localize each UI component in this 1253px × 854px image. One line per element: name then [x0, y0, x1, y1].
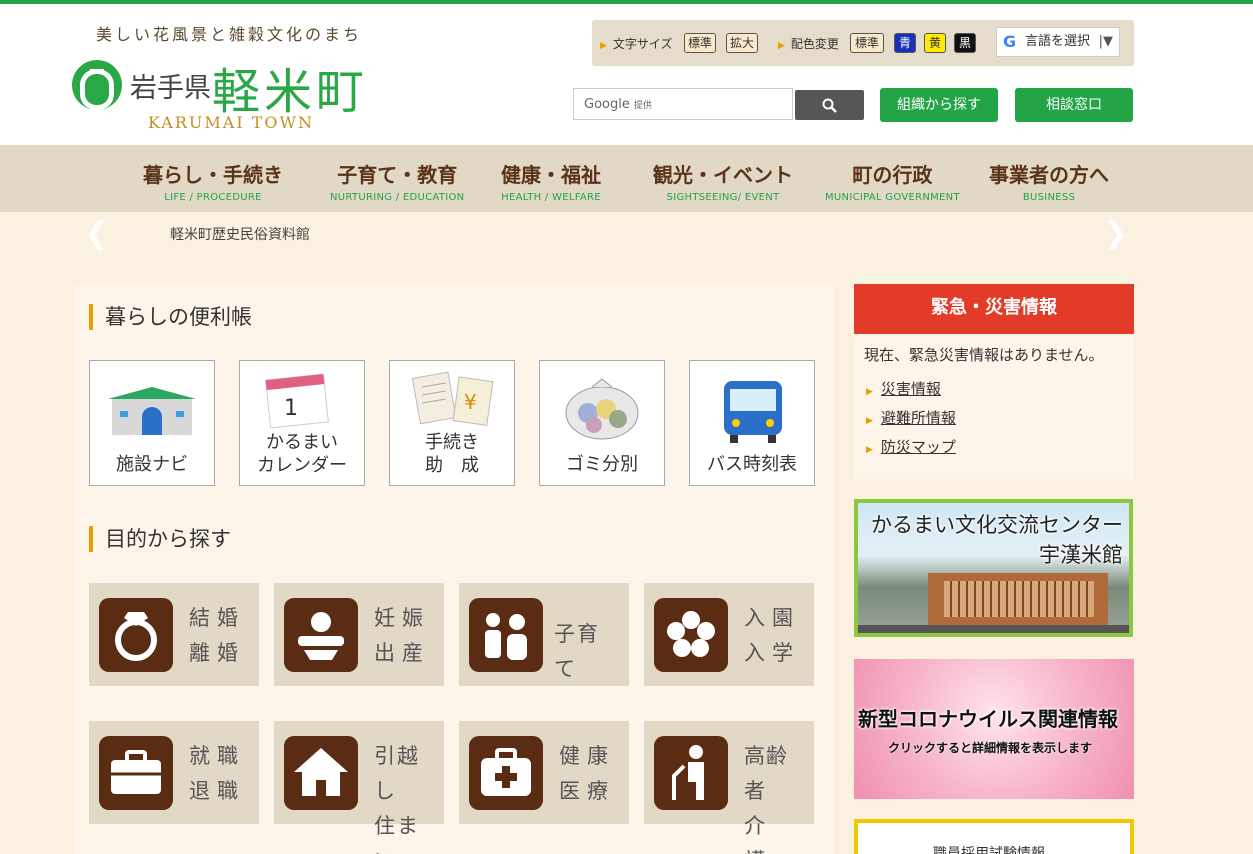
dropdown-arrow-icon: |▼ — [1098, 34, 1113, 49]
purpose-health-medical[interactable]: 健康 医療 — [459, 721, 629, 824]
purpose-pregnancy[interactable]: 妊娠 出産 — [274, 583, 444, 686]
covid-subtitle: クリックすると詳細情報を表示します — [888, 741, 1093, 755]
town-emblem-icon — [72, 60, 122, 110]
text-size-large-button[interactable]: 拡大 — [726, 33, 758, 53]
text-size-standard-button[interactable]: 標準 — [684, 33, 716, 53]
tile-label-2: 助 成 — [425, 455, 479, 476]
documents-yen-icon: ¥ — [411, 371, 494, 426]
house-icon — [284, 736, 358, 810]
emergency-message: 現在、緊急災害情報はありません。 — [864, 346, 1104, 364]
google-g-icon: G — [1003, 32, 1017, 51]
briefcase-icon — [99, 736, 173, 810]
color-standard-button[interactable]: 標準 — [850, 33, 884, 53]
svg-text:¥: ¥ — [464, 390, 477, 414]
language-select-label: 言語を選択 — [1025, 34, 1091, 49]
facility-building-icon — [108, 387, 196, 435]
logo-english-name: KARUMAI TOWN — [148, 113, 314, 132]
purpose-employment[interactable]: 就職 退職 — [89, 721, 259, 824]
global-nav: 暮らし・手続き LIFE / PROCEDURE 子育て・教育 NURTURING … — [0, 145, 1253, 212]
site-header: 美しい花風景と雑穀文化のまち 岩手県 軽米町 KARUMAI TOWN 文字サイ… — [0, 4, 1253, 145]
nav-item-government[interactable]: 町の行政 MUNICIPAL GOVERNMENT — [825, 159, 960, 203]
convenience-title: 暮らしの便利帳 — [89, 304, 252, 330]
tile-label-1: 手続き — [425, 432, 479, 453]
purpose-label: 引越し住まい — [374, 744, 420, 854]
recruitment-title: 職員採用試験情報 — [933, 846, 1045, 854]
purpose-school-entry[interactable]: 入園 入学 — [644, 583, 814, 686]
logo-town-name: 軽米町 — [212, 64, 369, 120]
purpose-title: 目的から探す — [89, 526, 231, 552]
tile-label: バス時刻表 — [707, 454, 797, 475]
color-black-button[interactable]: 黒 — [954, 33, 976, 53]
banner-title-1: かるまい文化交流センター — [871, 513, 1123, 537]
prev-arrow-icon[interactable]: ❮ — [84, 216, 109, 251]
search-icon — [822, 98, 837, 113]
recruitment-banner[interactable]: 職員採用試験情報 — [854, 819, 1134, 854]
tile-procedures-subsidy[interactable]: ¥ 手続き 助 成 — [389, 360, 515, 486]
site-logo[interactable]: 岩手県 軽米町 KARUMAI TOWN — [72, 56, 382, 136]
disaster-map-link[interactable]: 防災マップ — [866, 436, 956, 457]
consult-button[interactable]: 相談窓口 — [1015, 88, 1133, 122]
emergency-panel: 緊急・災害情報 現在、緊急災害情報はありません。 災害情報 避難所情報 防災マッ… — [854, 284, 1134, 479]
cultural-center-banner[interactable]: かるまい文化交流センター 宇漢米館 — [854, 499, 1133, 637]
purpose-marriage[interactable]: 結婚 離婚 — [89, 583, 259, 686]
parent-child-icon — [469, 598, 543, 672]
tile-bus-timetable[interactable]: バス時刻表 — [689, 360, 815, 486]
purpose-elderly-care[interactable]: 高齢者介 護 — [644, 721, 814, 854]
tile-garbage-sorting[interactable]: ゴミ分別 — [539, 360, 665, 486]
color-change-label: 配色変更 — [778, 35, 839, 52]
bus-icon — [724, 381, 782, 443]
site-tagline: 美しい花風景と雑穀文化のまち — [96, 25, 363, 44]
main-content: 暮らしの便利帳 施設ナビ 1 かるまい カレンダー ¥ 手続き 助 成 ゴミ分別… — [74, 284, 834, 854]
language-select[interactable]: G 言語を選択 |▼ — [996, 27, 1120, 57]
emergency-title: 緊急・災害情報 — [854, 284, 1134, 334]
nav-item-business[interactable]: 事業者の方へ BUSINESS — [989, 159, 1109, 203]
next-arrow-icon[interactable]: ❯ — [1103, 216, 1128, 251]
news-ticker: ❮ 軽米町歴史民俗資料館 ❯ — [0, 212, 1253, 258]
nav-item-nurturing[interactable]: 子育て・教育 NURTURING / EDUCATION — [330, 159, 464, 203]
banner-title-2: 宇漢米館 — [1039, 543, 1123, 567]
garbage-bag-icon — [565, 378, 639, 440]
tile-calendar[interactable]: 1 かるまい カレンダー — [239, 360, 365, 486]
nav-item-sightseeing[interactable]: 観光・イベント SIGHTSEEING/ EVENT — [653, 159, 793, 203]
purpose-label: 就職 退職 — [189, 744, 245, 803]
ring-icon — [99, 598, 173, 672]
accessibility-toolbar: 文字サイズ 標準 拡大 配色変更 標準 青 黄 黒 G 言語を選択 |▼ — [592, 20, 1134, 66]
news-item-link[interactable]: 軽米町歴史民俗資料館 — [170, 224, 310, 244]
purpose-label: 健康 医療 — [559, 744, 615, 803]
baby-icon — [284, 598, 358, 672]
purpose-childcare[interactable]: 子育て — [459, 583, 629, 686]
nav-item-health[interactable]: 健康・福祉 HEALTH / WELFARE — [501, 159, 601, 203]
nav-item-life[interactable]: 暮らし・手続き LIFE / PROCEDURE — [143, 159, 283, 203]
search-button[interactable] — [795, 90, 864, 120]
search-input[interactable]: Google 提供 — [573, 88, 793, 120]
cherry-blossom-icon — [654, 598, 728, 672]
elderly-icon — [654, 736, 728, 810]
purpose-label: 妊娠 出産 — [374, 606, 430, 665]
first-aid-icon — [469, 736, 543, 810]
purpose-label: 結婚 離婚 — [189, 606, 245, 665]
calendar-icon: 1 — [265, 373, 329, 429]
tile-label-2: カレンダー — [257, 455, 347, 476]
purpose-label: 子育て — [554, 622, 600, 681]
color-yellow-button[interactable]: 黄 — [924, 33, 946, 53]
road-photo — [858, 625, 1129, 633]
tile-label: ゴミ分別 — [566, 454, 638, 475]
org-search-button[interactable]: 組織から探す — [880, 88, 998, 122]
tile-label: 施設ナビ — [116, 454, 188, 475]
purpose-label: 入園 入学 — [744, 606, 800, 665]
purpose-moving-housing[interactable]: 引越し住まい — [274, 721, 444, 854]
covid-title: 新型コロナウイルス関連情報 — [858, 707, 1118, 731]
color-blue-button[interactable]: 青 — [894, 33, 916, 53]
tile-facility-navi[interactable]: 施設ナビ — [89, 360, 215, 486]
purpose-label: 高齢者介 護 — [744, 744, 788, 854]
disaster-info-link[interactable]: 災害情報 — [866, 378, 941, 399]
covid-info-banner[interactable]: 新型コロナウイルス関連情報 クリックすると詳細情報を表示します — [854, 659, 1134, 799]
tile-label-1: かるまい — [266, 432, 338, 453]
building-facade — [944, 581, 1094, 617]
shelter-info-link[interactable]: 避難所情報 — [866, 407, 956, 428]
text-size-label: 文字サイズ — [600, 35, 673, 52]
logo-prefecture: 岩手県 — [130, 73, 211, 104]
search-placeholder: Google 提供 — [584, 97, 652, 112]
svg-text:1: 1 — [284, 396, 298, 421]
